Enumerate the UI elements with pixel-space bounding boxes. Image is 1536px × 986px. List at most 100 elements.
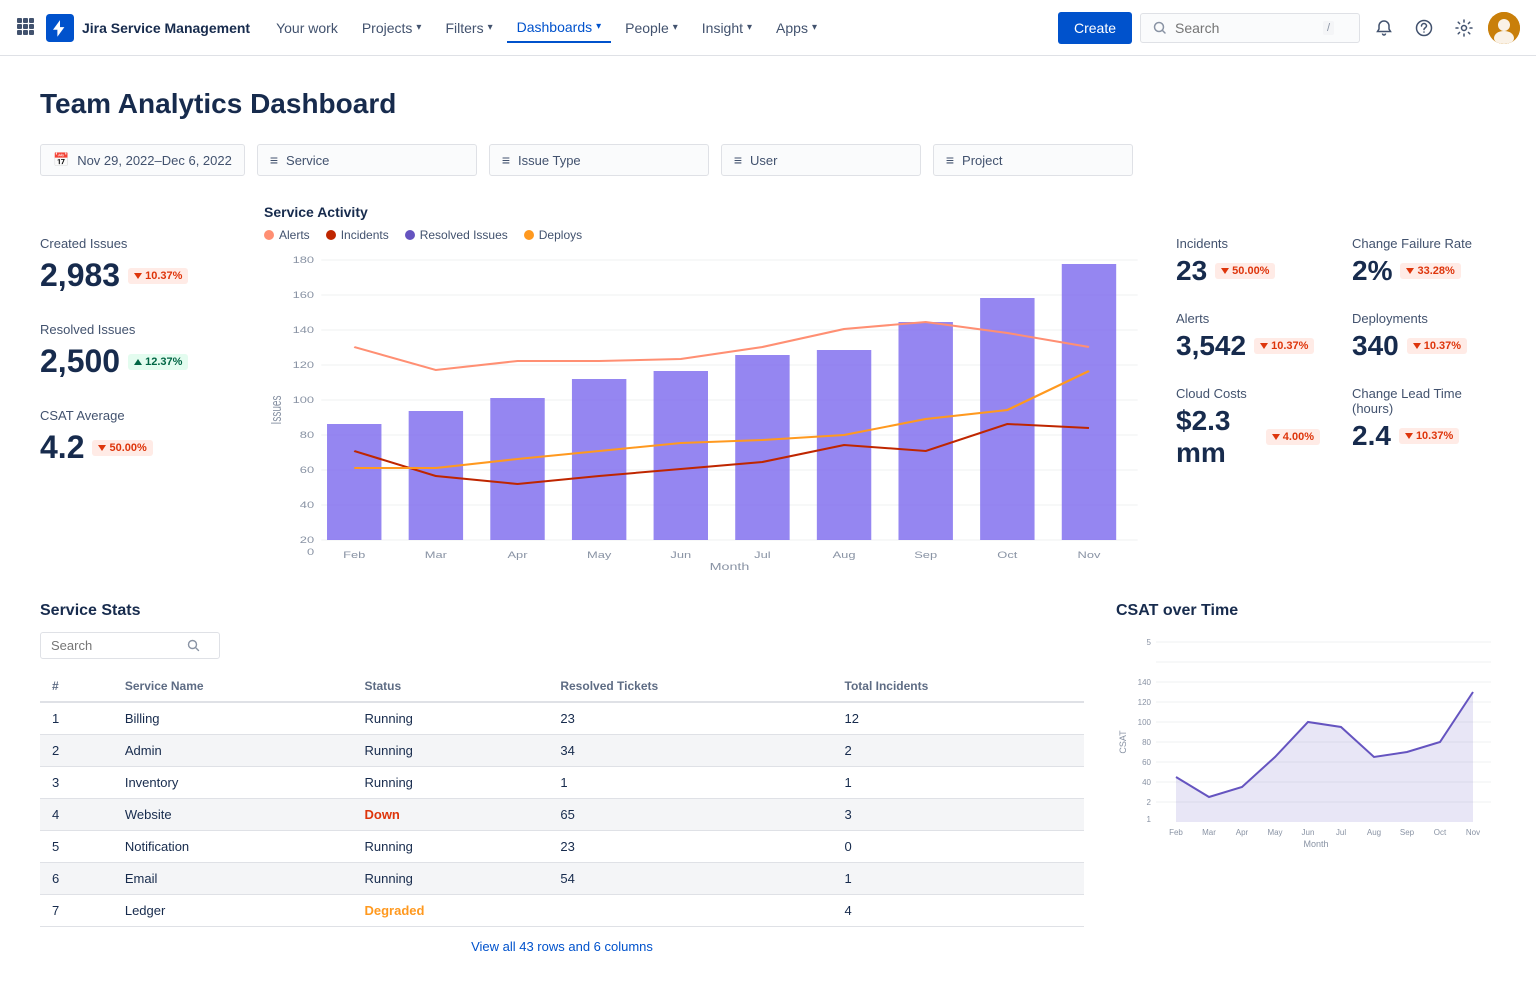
nav-your-work[interactable]: Your work (266, 14, 348, 42)
create-button[interactable]: Create (1058, 12, 1132, 44)
change-failure-badge: 33.28% (1400, 263, 1460, 279)
cell-status: Running (352, 767, 548, 799)
table-row: 2 Admin Running 34 2 (40, 735, 1084, 767)
svg-text:Month: Month (710, 561, 750, 570)
svg-text:40: 40 (1142, 778, 1151, 787)
service-filter[interactable]: ≡ Service (257, 144, 477, 176)
svg-text:Aug: Aug (1367, 828, 1381, 837)
svg-text:120: 120 (293, 361, 315, 371)
legend-alerts: Alerts (264, 228, 310, 242)
col-resolved: Resolved Tickets (548, 671, 832, 702)
view-all-link[interactable]: View all 43 rows and 6 columns (40, 939, 1084, 954)
table-row: 5 Notification Running 23 0 (40, 831, 1084, 863)
service-stats: Service Stats # Service Name Status (40, 602, 1084, 954)
table-row: 7 Ledger Degraded 4 (40, 895, 1084, 927)
cell-status: Degraded (352, 895, 548, 927)
help-button[interactable] (1408, 12, 1440, 44)
svg-text:Aug: Aug (833, 551, 856, 561)
nav-filters[interactable]: Filters ▾ (435, 14, 502, 42)
incidents-dot (326, 230, 336, 240)
cell-service-name: Website (113, 799, 353, 831)
nav-projects[interactable]: Projects ▾ (352, 14, 432, 42)
settings-button[interactable] (1448, 12, 1480, 44)
svg-text:Apr: Apr (1236, 828, 1249, 837)
svg-text:Month: Month (1303, 839, 1328, 849)
cell-service-name: Billing (113, 702, 353, 735)
table-header-row: # Service Name Status Resolved Tickets T… (40, 671, 1084, 702)
project-filter[interactable]: ≡ Project (933, 144, 1133, 176)
nav-dashboards[interactable]: Dashboards ▾ (507, 13, 612, 43)
calendar-icon: 📅 (53, 152, 69, 168)
nav-apps[interactable]: Apps ▾ (766, 14, 827, 42)
cell-num: 4 (40, 799, 113, 831)
svg-text:CSAT: CSAT (1118, 730, 1128, 754)
csat-average-label: CSAT Average (40, 408, 240, 423)
incidents-badge: 50.00% (1215, 263, 1275, 279)
chart-area: 180 160 140 120 100 80 60 40 20 0 Issues (264, 250, 1152, 570)
legend-resolved: Resolved Issues (405, 228, 508, 242)
svg-text:80: 80 (300, 431, 314, 441)
cell-service-name: Ledger (113, 895, 353, 927)
created-issues-value: 2,983 10.37% (40, 257, 240, 294)
notifications-button[interactable] (1368, 12, 1400, 44)
table-search-input[interactable] (51, 638, 181, 653)
search-box[interactable]: / (1140, 13, 1360, 43)
svg-text:May: May (1267, 828, 1282, 837)
cell-status: Running (352, 735, 548, 767)
svg-text:Mar: Mar (425, 551, 448, 561)
svg-text:Jul: Jul (1336, 828, 1346, 837)
svg-text:60: 60 (1142, 758, 1151, 767)
user-filter[interactable]: ≡ User (721, 144, 921, 176)
page-title: Team Analytics Dashboard (40, 88, 1496, 120)
resolved-issues-label: Resolved Issues (40, 322, 240, 337)
deploys-dot (524, 230, 534, 240)
svg-text:80: 80 (1142, 738, 1151, 747)
table-search-box[interactable] (40, 632, 220, 659)
resolved-dot (405, 230, 415, 240)
navbar: Jira Service Management Your work Projec… (0, 0, 1536, 56)
search-icon (1153, 21, 1167, 35)
alerts-kpi: Alerts 3,542 10.37% (1176, 311, 1320, 362)
cell-resolved (548, 895, 832, 927)
cell-service-name: Notification (113, 831, 353, 863)
col-service-name: Service Name (113, 671, 353, 702)
change-lead-time-kpi: Change Lead Time (hours) 2.4 10.37% (1352, 386, 1496, 469)
cell-resolved: 23 (548, 702, 832, 735)
svg-text:40: 40 (300, 501, 314, 511)
svg-text:2: 2 (1147, 798, 1152, 807)
nav-insight[interactable]: Insight ▾ (692, 14, 762, 42)
svg-text:Feb: Feb (1169, 828, 1183, 837)
search-input[interactable] (1175, 20, 1315, 36)
col-incidents: Total Incidents (833, 671, 1084, 702)
cell-service-name: Inventory (113, 767, 353, 799)
issue-type-filter[interactable]: ≡ Issue Type (489, 144, 709, 176)
nav-people[interactable]: People ▾ (615, 14, 688, 42)
cell-num: 3 (40, 767, 113, 799)
cell-num: 1 (40, 702, 113, 735)
svg-text:Nov: Nov (1078, 551, 1101, 561)
svg-text:Issues: Issues (268, 396, 284, 425)
date-filter[interactable]: 📅 Nov 29, 2022–Dec 6, 2022 (40, 144, 245, 176)
csat-chart-title: CSAT over Time (1116, 602, 1496, 620)
main-content: Team Analytics Dashboard 📅 Nov 29, 2022–… (0, 56, 1536, 986)
svg-text:Oct: Oct (1434, 828, 1447, 837)
cell-num: 6 (40, 863, 113, 895)
svg-text:180: 180 (293, 256, 315, 266)
svg-text:100: 100 (1138, 718, 1152, 727)
avatar[interactable] (1488, 12, 1520, 44)
table-row: 3 Inventory Running 1 1 (40, 767, 1084, 799)
svg-text:120: 120 (1138, 698, 1152, 707)
kpi-left: Created Issues 2,983 10.37% Resolved Iss… (40, 204, 240, 570)
cell-service-name: Email (113, 863, 353, 895)
chevron-down-icon: ▾ (812, 22, 817, 33)
filter-icon: ≡ (270, 152, 278, 168)
grid-icon[interactable] (16, 17, 34, 38)
svg-text:160: 160 (293, 291, 315, 301)
svg-text:Sep: Sep (1400, 828, 1415, 837)
csat-average-badge: 50.00% (92, 440, 152, 456)
app-name: Jira Service Management (82, 20, 250, 36)
cell-status: Down (352, 799, 548, 831)
app-logo[interactable]: Jira Service Management (46, 14, 250, 42)
svg-text:60: 60 (300, 466, 314, 476)
cell-status: Running (352, 863, 548, 895)
